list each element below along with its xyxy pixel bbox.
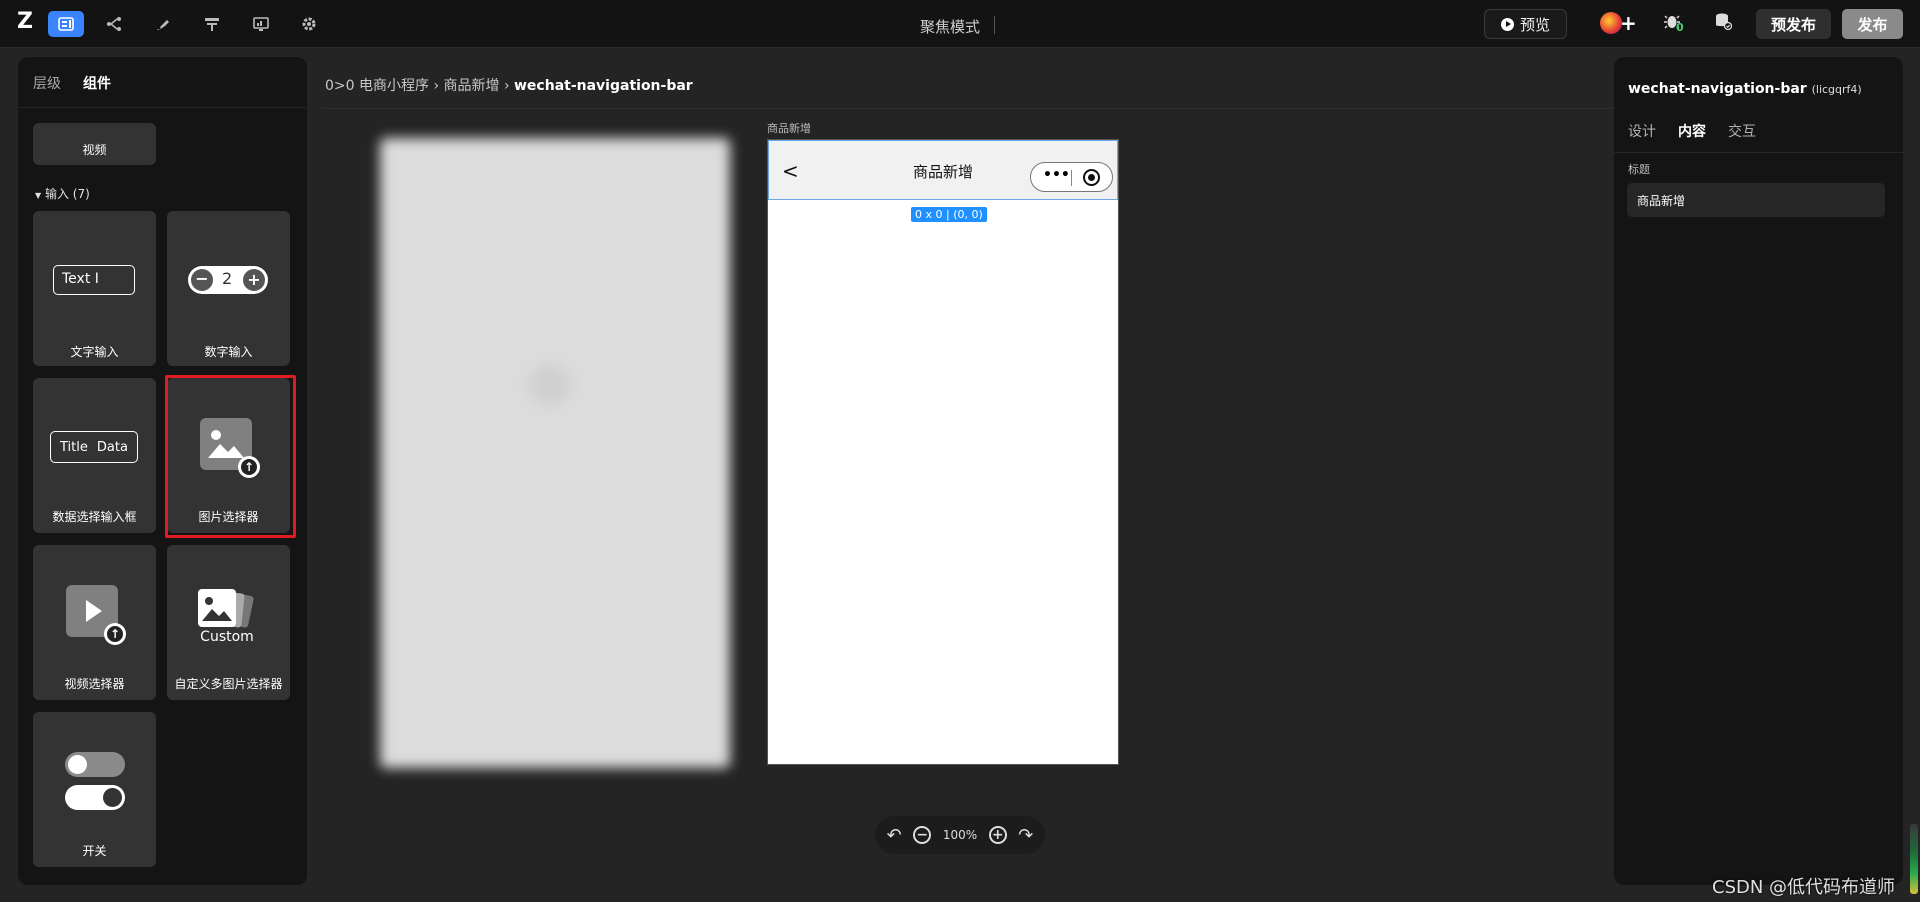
component-label: 开关 (82, 844, 107, 858)
component-label: 数字输入 (204, 345, 253, 359)
play-icon (1500, 17, 1514, 31)
tab-layers[interactable]: 层级 (33, 73, 61, 93)
component-card-number-input[interactable]: − 2 + 数字输入 (167, 211, 290, 366)
left-panel-tabs: 层级 组件 (33, 73, 111, 93)
mini-program-capsule[interactable]: ••• (1030, 162, 1113, 192)
zoom-toolbar: ↶ − 100% + ↷ (875, 816, 1045, 854)
focus-mode-toggle[interactable]: 聚焦模式 (920, 16, 980, 37)
watermark: CSDN @低代码布道师 (1712, 877, 1896, 898)
breadcrumb-item[interactable]: 电商小程序 (359, 78, 429, 94)
properties-panel: wechat-navigation-bar (licgqrf4) 设计 内容 交… (1614, 57, 1903, 885)
user-avatar[interactable] (1600, 12, 1622, 34)
text-preview: Text (62, 271, 91, 287)
component-card-video[interactable]: 视频 (33, 123, 156, 165)
undo-icon[interactable]: ↶ (887, 825, 902, 846)
add-collaborator-icon[interactable]: + (1620, 11, 1637, 35)
frame-label[interactable]: 商品新增 (767, 120, 811, 136)
app-logo[interactable]: Z (17, 11, 37, 33)
caret-down-icon: ▼ (35, 191, 42, 200)
breadcrumb: 0>0 电商小程序 › 商品新增 › wechat-navigation-bar (325, 78, 693, 94)
component-panel: 层级 组件 视频 ▼ 输入 (7) Text I 文字输入 − 2 + 数字输入… (18, 57, 307, 885)
selection-highlight (165, 375, 296, 538)
component-label: 自定义多图片选择器 (174, 677, 283, 691)
component-card-text-input[interactable]: Text I 文字输入 (33, 211, 156, 366)
pages-icon[interactable] (48, 11, 84, 37)
tab-components[interactable]: 组件 (83, 73, 111, 93)
more-dots-icon[interactable]: ••• (1043, 167, 1070, 183)
close-target-icon[interactable] (1083, 169, 1100, 186)
redo-icon[interactable]: ↷ (1018, 825, 1033, 846)
component-label: 视频 (82, 143, 107, 157)
properties-tabs: 设计 内容 交互 (1628, 121, 1756, 141)
breadcrumb-current: wechat-navigation-bar (514, 78, 693, 94)
zoom-in-icon[interactable]: + (988, 826, 1007, 844)
selected-component-title: wechat-navigation-bar (licgqrf4) (1628, 81, 1862, 97)
data-icon[interactable] (194, 11, 230, 37)
number-stepper-icon: − 2 + (188, 266, 268, 294)
section-title: 输入 (7) (44, 187, 90, 201)
breadcrumb-root[interactable]: 0>0 (325, 78, 355, 94)
title-field[interactable]: 商品新增 (1627, 183, 1885, 217)
custom-preview-label: Custom (200, 629, 254, 645)
component-label: 文字输入 (70, 345, 119, 359)
preview-button[interactable]: 预览 (1484, 9, 1567, 39)
component-label: 数据选择输入框 (52, 510, 137, 524)
title-field-label: 标题 (1628, 163, 1650, 176)
custom-image-picker-icon: Custom (197, 589, 263, 645)
properties-divider (1614, 152, 1903, 153)
settings-gear-icon[interactable] (291, 11, 327, 37)
left-panel-divider (18, 107, 307, 108)
component-card-data-select[interactable]: Title Data 数据选择输入框 (33, 378, 156, 533)
top-bar: Z 聚焦模式 预览 + 0 预发布 发布 (0, 0, 1920, 48)
capsule-separator (1071, 170, 1072, 186)
scrollbar[interactable] (1910, 824, 1918, 894)
switch-icon (65, 752, 125, 812)
tab-content[interactable]: 内容 (1678, 121, 1706, 141)
bug-count-badge: 0 (1676, 21, 1684, 34)
tab-design[interactable]: 设计 (1628, 121, 1656, 141)
canvas-divider (322, 108, 1622, 109)
phone-frame[interactable]: < 商品新增 ••• 0 x 0 | (0, 0) (767, 139, 1119, 765)
blurred-placeholder (530, 365, 570, 405)
zoom-out-icon[interactable]: − (913, 826, 932, 844)
data-select-title: Title (60, 439, 88, 455)
preview-label: 预览 (1519, 15, 1550, 34)
size-badge: 0 x 0 | (0, 0) (911, 207, 987, 222)
monitor-icon[interactable] (243, 11, 279, 37)
tab-interaction[interactable]: 交互 (1728, 121, 1756, 141)
prepublish-button[interactable]: 预发布 (1756, 9, 1831, 39)
component-card-switch[interactable]: 开关 (33, 712, 156, 867)
publish-button[interactable]: 发布 (1842, 9, 1903, 39)
component-card-custom-image-picker[interactable]: Custom 自定义多图片选择器 (167, 545, 290, 700)
text-input-icon: Text I (53, 265, 135, 295)
data-select-data: Data (96, 439, 128, 455)
component-name: wechat-navigation-bar (1628, 81, 1807, 97)
data-select-icon: Title Data (50, 431, 138, 463)
section-header-input[interactable]: ▼ 输入 (7) (35, 185, 90, 202)
blurred-page-preview[interactable] (380, 138, 730, 768)
focus-separator (994, 16, 995, 34)
video-picker-icon: ↑ (66, 585, 126, 645)
zoom-level: 100% (942, 828, 978, 842)
flow-icon[interactable] (96, 11, 132, 37)
breadcrumb-item[interactable]: 商品新增 (444, 78, 500, 94)
wechat-navigation-bar[interactable]: < 商品新增 ••• (768, 140, 1118, 200)
component-id: (licgqrf4) (1811, 83, 1862, 96)
database-icon[interactable] (1714, 12, 1733, 34)
component-card-video-picker[interactable]: ↑ 视频选择器 (33, 545, 156, 700)
component-label: 视频选择器 (64, 677, 125, 691)
style-icon[interactable] (145, 11, 181, 37)
stepper-value: 2 (222, 269, 233, 288)
